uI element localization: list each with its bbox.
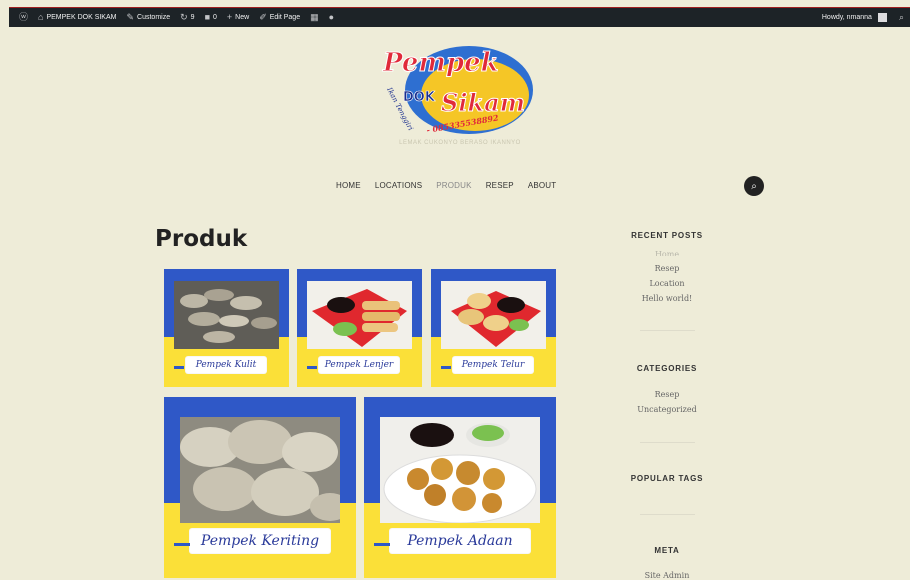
comments-count: 0	[213, 14, 217, 21]
widget-divider	[640, 514, 695, 515]
product-label-lenjer: Pempek Lenjer	[319, 357, 399, 373]
product-label-telur: Pempek Telur	[453, 357, 533, 373]
nav-item-home[interactable]: HOME	[336, 181, 361, 190]
nav-item-locations[interactable]: LOCATIONS	[375, 181, 422, 190]
new-content-link[interactable]: + New	[227, 13, 249, 22]
meta-title: META	[654, 546, 680, 555]
search-button[interactable]: ⌕	[744, 176, 764, 196]
logo-word-sikam: Sikam	[441, 88, 525, 117]
product-card-lenjer[interactable]: Pempek Lenjer	[297, 269, 422, 387]
comment-icon: ■	[204, 12, 210, 22]
admin-bar: ⓦ ⌂ PEMPEK DOK SIKAM ✎ Customize ↻ 9 ■ 0…	[9, 8, 910, 27]
dashboard-icon: ⌂	[38, 12, 44, 22]
brush-icon: ✎	[126, 12, 135, 22]
nav-item-resep[interactable]: RESEP	[486, 181, 514, 190]
site-name-link[interactable]: ⌂ PEMPEK DOK SIKAM	[38, 13, 116, 22]
product-label-kulit: Pempek Kulit	[186, 357, 266, 373]
search-icon: ⌕	[751, 180, 757, 192]
categories-title: CATEGORIES	[636, 364, 698, 373]
builder-icon: ▦	[310, 12, 319, 22]
recent-posts-title: RECENT POSTS	[631, 231, 703, 240]
product-label-adaan: Pempek Adaan	[390, 529, 530, 553]
plus-icon: +	[226, 12, 233, 22]
page-builder-link[interactable]: ▦	[310, 13, 319, 22]
search-icon: ⌕	[898, 12, 904, 22]
logo-word-dok: DOK	[403, 90, 436, 105]
updates-count: 9	[190, 14, 195, 21]
site-logo[interactable]: Pempek DOK Sikam Ikan Tenggiri - 0853355…	[377, 37, 537, 141]
recent-post-link[interactable]: Hello world!	[612, 294, 722, 303]
product-image-telur	[441, 281, 546, 349]
product-image-kulit	[174, 281, 279, 349]
wordpress-menu[interactable]: ⓦ	[19, 13, 28, 22]
edit-page-label: Edit Page	[269, 14, 301, 21]
product-card-telur[interactable]: Pempek Telur	[431, 269, 556, 387]
main-navigation: HOME LOCATIONS PRODUK RESEP ABOUT	[336, 181, 570, 190]
nav-item-produk[interactable]: PRODUK	[436, 181, 471, 190]
page-title: Produk	[155, 226, 248, 252]
recent-post-link[interactable]: Home	[612, 250, 722, 256]
avatar	[877, 13, 887, 22]
product-card-keriting[interactable]: Pempek Keriting	[164, 397, 356, 578]
category-link[interactable]: Resep	[612, 390, 722, 399]
logo-word-pempek: Pempek	[382, 48, 499, 78]
recent-post-link[interactable]: Location	[612, 279, 722, 288]
site-name-label: PEMPEK DOK SIKAM	[46, 14, 117, 21]
product-image-keriting	[180, 417, 340, 523]
comments-link[interactable]: ■ 0	[205, 13, 217, 22]
recent-post-link[interactable]: Resep	[612, 264, 722, 273]
widget-divider	[640, 442, 695, 443]
account-menu[interactable]: Howdy, nmanna	[822, 13, 887, 22]
dot-icon: ●	[328, 12, 335, 22]
adminbar-search-button[interactable]: ⌕	[899, 13, 904, 22]
product-image-adaan	[380, 417, 540, 523]
site-tagline: LEMAK CUKONYO BERASO IKANNYO	[399, 140, 521, 146]
status-dot[interactable]: ●	[329, 13, 334, 22]
product-card-adaan[interactable]: Pempek Adaan	[364, 397, 556, 578]
product-image-lenjer	[307, 281, 412, 349]
widget-divider	[640, 330, 695, 331]
updates-icon: ↻	[180, 12, 188, 22]
new-label: New	[235, 14, 250, 21]
category-link[interactable]: Uncategorized	[612, 405, 722, 414]
updates-link[interactable]: ↻ 9	[180, 13, 194, 22]
product-card-kulit[interactable]: Pempek Kulit	[164, 269, 289, 387]
customize-link[interactable]: ✎ Customize	[126, 13, 170, 22]
howdy-label: Howdy, nmanna	[821, 14, 872, 21]
pencil-icon: ✐	[259, 12, 267, 22]
edit-page-link[interactable]: ✐ Edit Page	[259, 13, 300, 22]
popular-tags-title: POPULAR TAGS	[630, 474, 704, 483]
meta-link[interactable]: Site Admin	[612, 571, 722, 580]
nav-item-about[interactable]: ABOUT	[528, 181, 557, 190]
wordpress-logo-icon: ⓦ	[19, 12, 29, 22]
product-label-keriting: Pempek Keriting	[190, 529, 330, 553]
customize-label: Customize	[137, 14, 171, 21]
